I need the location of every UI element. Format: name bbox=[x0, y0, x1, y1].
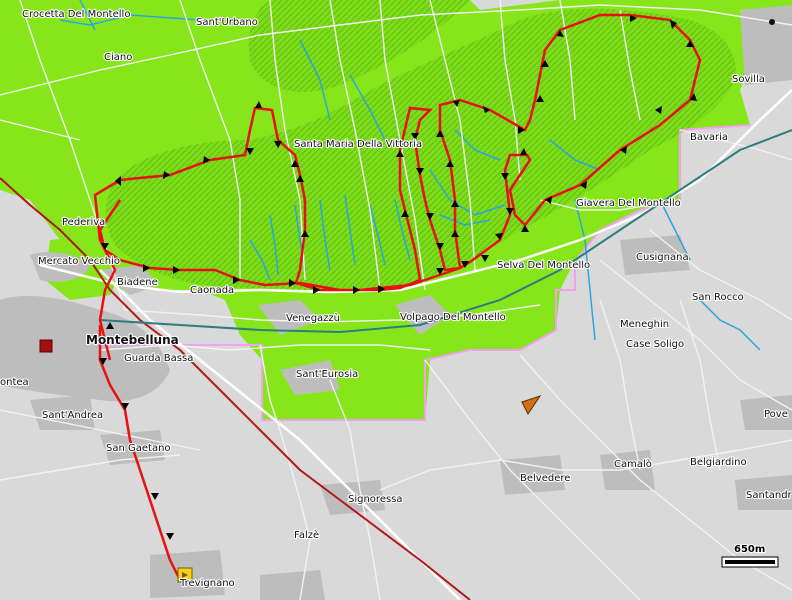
label-biadene: Biadene bbox=[117, 277, 158, 288]
label-mercato-vecchio: Mercato Vecchio bbox=[38, 256, 120, 267]
label-sant-andrea: Sant'Andrea bbox=[42, 410, 103, 421]
label-san-rocco: San Rocco bbox=[692, 292, 744, 303]
label-belgiardino: Belgiardino bbox=[690, 457, 747, 468]
label-bavaria: Bavaria bbox=[690, 132, 728, 143]
map-canvas[interactable]: Crocetta Del Montello Sant'Urbano Ciano … bbox=[0, 0, 792, 600]
label-santandra: Santandr bbox=[746, 490, 792, 501]
label-camalo: Camalò bbox=[614, 458, 652, 470]
label-montea: ontea bbox=[0, 377, 29, 388]
poi-square-marker[interactable] bbox=[39, 339, 53, 353]
label-giavera: Giavera Del Montello bbox=[576, 198, 681, 209]
label-montebelluna: Montebelluna bbox=[86, 333, 179, 347]
label-falze: Falzè bbox=[294, 529, 319, 541]
label-sovilla: Sovilla bbox=[732, 74, 765, 85]
label-sant-urbano: Sant'Urbano bbox=[196, 17, 258, 28]
label-povegliano: Pove bbox=[764, 409, 788, 420]
label-venegazzu: Venegazzù bbox=[286, 312, 340, 324]
label-belvedere: Belvedere bbox=[520, 473, 570, 484]
label-sant-eurosia: Sant'Eurosia bbox=[296, 369, 358, 380]
label-case-soligo: Case Soligo bbox=[626, 339, 684, 350]
label-crocetta: Crocetta Del Montello bbox=[22, 9, 130, 20]
label-ciano: Ciano bbox=[104, 52, 132, 63]
label-cusignana: Cusignana bbox=[636, 252, 689, 263]
label-guarda-bassa: Guarda Bassa bbox=[124, 353, 193, 364]
label-san-gaetano: San Gaetano bbox=[106, 443, 171, 454]
route-end-dot bbox=[769, 19, 775, 25]
label-meneghin: Meneghin bbox=[620, 319, 669, 330]
label-trevignano: Trevignano bbox=[179, 578, 235, 589]
label-volpago: Volpago Del Montello bbox=[400, 312, 506, 323]
label-signoressa: Signoressa bbox=[348, 494, 403, 505]
label-selva: Selva Del Montello bbox=[497, 260, 590, 271]
label-santa-maria: Santa Maria Della Vittoria bbox=[294, 139, 422, 150]
scale-bar-label: 650m bbox=[734, 544, 765, 555]
map-view[interactable]: Crocetta Del Montello Sant'Urbano Ciano … bbox=[0, 0, 792, 600]
label-caonada: Caonada bbox=[190, 285, 234, 296]
label-pederiva: Pederiva bbox=[62, 217, 105, 228]
